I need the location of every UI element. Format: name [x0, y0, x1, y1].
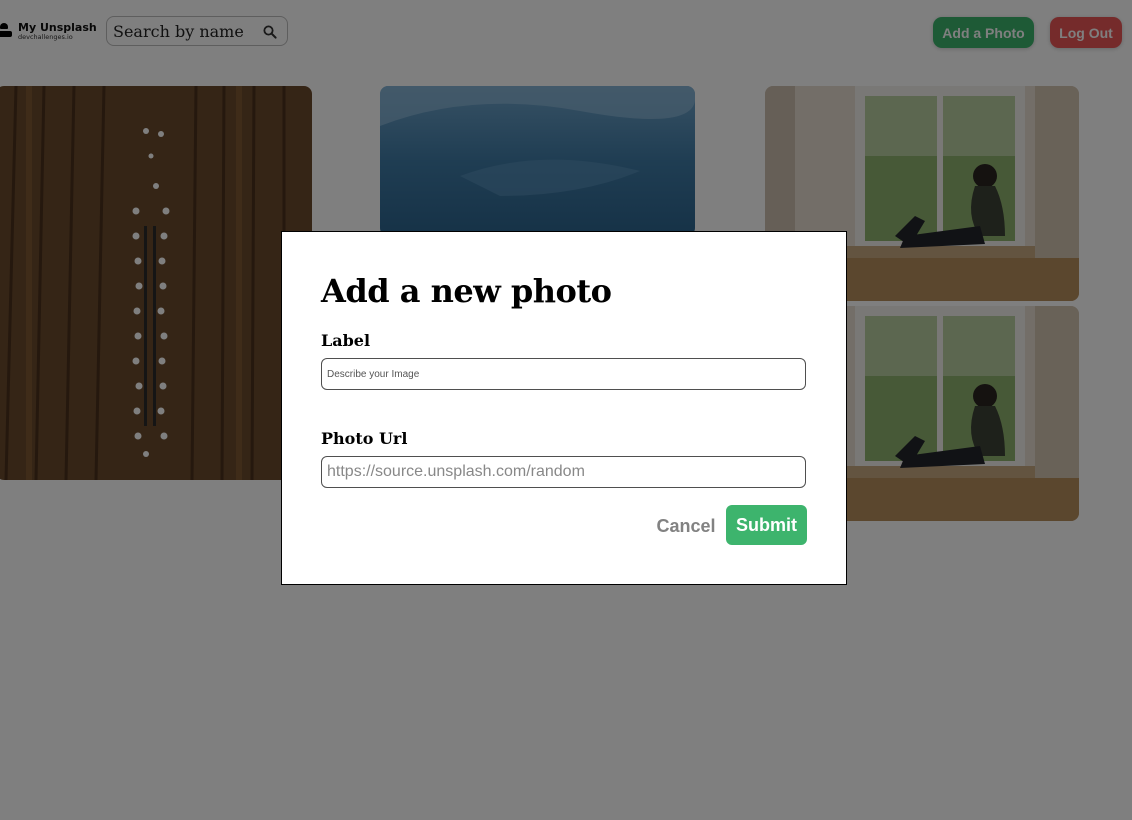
label-input[interactable] [321, 358, 806, 390]
add-photo-modal: Add a new photo Label Photo Url Cancel S… [281, 231, 847, 585]
submit-button[interactable]: Submit [726, 505, 807, 545]
cancel-button[interactable]: Cancel [648, 508, 724, 544]
photo-url-input[interactable] [321, 456, 806, 488]
label-field-label: Label [321, 331, 371, 350]
photo-url-field-label: Photo Url [321, 429, 408, 448]
modal-title: Add a new photo [321, 272, 612, 310]
